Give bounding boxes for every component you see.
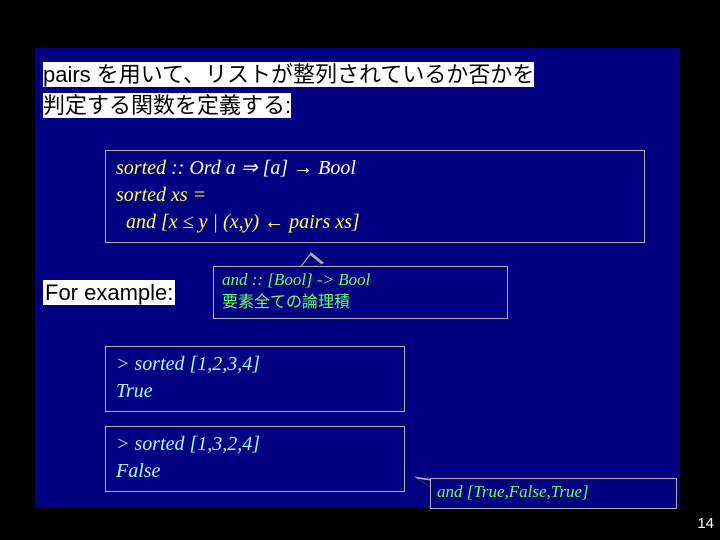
and-callout-box: and :: [Bool] -> Bool 要素全ての論理積 xyxy=(213,266,508,319)
example2-result: False xyxy=(116,458,394,485)
example-label: For example: xyxy=(43,278,175,309)
slide-body: pairs を用いて、リストが整列されているか否かを 判定する関数を定義する: … xyxy=(35,48,680,508)
def-line1: sorted :: Ord a ⇒ [a] → Bool xyxy=(116,155,634,182)
slide-heading: pairs を用いて、リストが整列されているか否かを 判定する関数を定義する: xyxy=(43,60,663,122)
page-number: 14 xyxy=(697,515,714,532)
and-signature: and :: [Bool] -> Bool xyxy=(222,269,499,292)
example2-box: > sorted [1,3,2,4] False xyxy=(105,426,405,492)
example2-call: > sorted [1,3,2,4] xyxy=(116,431,394,458)
def-line2: sorted xs = xyxy=(116,182,634,209)
heading-line2: 判定する関数を定義する: xyxy=(43,93,291,118)
heading-line1: pairs を用いて、リストが整列されているか否かを xyxy=(43,62,534,87)
example1-result: True xyxy=(116,378,394,405)
example1-box: > sorted [1,2,3,4] True xyxy=(105,346,405,412)
example1-call: > sorted [1,2,3,4] xyxy=(116,351,394,378)
and-description: 要素全ての論理積 xyxy=(222,292,499,314)
result-callout-box: and [True,False,True] xyxy=(430,478,677,509)
result-expr: and [True,False,True] xyxy=(437,482,589,501)
def-line3: and [x ≤ y | (x,y) ← pairs xs] xyxy=(116,209,634,236)
code-definition-box: sorted :: Ord a ⇒ [a] → Bool sorted xs =… xyxy=(105,150,645,243)
